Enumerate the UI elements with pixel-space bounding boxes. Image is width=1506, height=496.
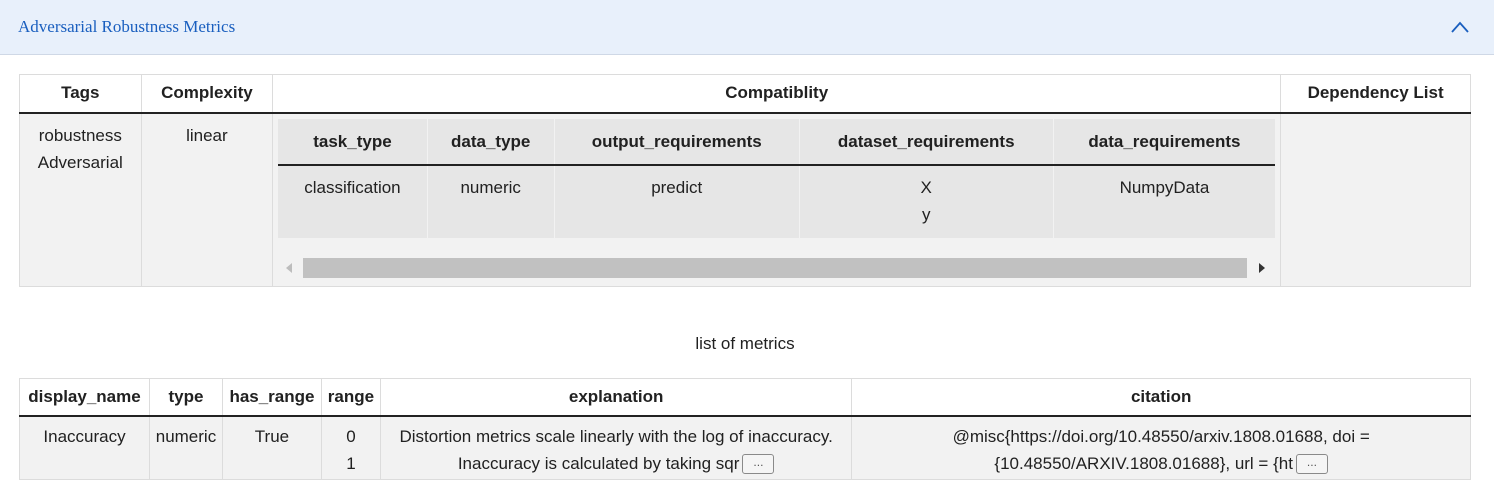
tag-item: Adversarial bbox=[37, 152, 123, 172]
complexity-cell: linear bbox=[140, 112, 274, 287]
header-output-requirements: output_requirements bbox=[554, 118, 800, 166]
tags-cell: robustness Adversarial bbox=[19, 112, 142, 287]
data-type-cell: numeric bbox=[427, 164, 555, 238]
dataset-requirements-cell: X y bbox=[799, 164, 1054, 238]
compatibility-cell: task_type data_type output_requirements … bbox=[272, 112, 1282, 287]
metrics-list-title: list of metrics bbox=[695, 334, 795, 353]
explanation-cell: Distortion metrics scale linearly with t… bbox=[379, 415, 853, 480]
dependency-list-cell bbox=[1280, 112, 1471, 287]
metrics-table: display_name type has_range range explan… bbox=[19, 378, 1471, 480]
dataset-requirement-item: y bbox=[921, 204, 931, 224]
header-citation: citation bbox=[851, 378, 1471, 417]
dataset-requirement-item: X bbox=[920, 177, 932, 197]
header-dependency-list: Dependency List bbox=[1280, 74, 1471, 114]
header-data-type: data_type bbox=[427, 118, 555, 166]
panel-header[interactable]: Adversarial Robustness Metrics bbox=[0, 0, 1494, 55]
range-value: 0 bbox=[346, 426, 356, 446]
main-table: Tags Complexity Compatiblity Dependency … bbox=[19, 74, 1471, 287]
table-row: classification numeric predict X y Numpy… bbox=[278, 164, 1275, 238]
expand-explanation-button[interactable]: ... bbox=[742, 454, 775, 475]
output-requirements-cell: predict bbox=[554, 164, 800, 238]
header-display-name: display_name bbox=[19, 378, 150, 417]
scrollbar-thumb[interactable] bbox=[303, 257, 1248, 278]
scroll-right-arrow-icon[interactable] bbox=[1259, 262, 1266, 273]
metrics-panel: Adversarial Robustness Metrics Tags Comp… bbox=[0, 0, 1494, 496]
header-dataset-requirements: dataset_requirements bbox=[799, 118, 1054, 166]
citation-cell: @misc{https://doi.org/10.48550/arxiv.180… bbox=[851, 415, 1471, 480]
header-explanation: explanation bbox=[379, 378, 853, 417]
panel-title: Adversarial Robustness Metrics bbox=[18, 17, 236, 36]
data-requirements-cell: NumpyData bbox=[1119, 177, 1210, 197]
range-value: 1 bbox=[346, 453, 356, 473]
display-name-cell: Inaccuracy bbox=[19, 415, 150, 480]
header-data-requirements: data_requirements bbox=[1053, 118, 1276, 166]
header-range: range bbox=[320, 378, 381, 417]
explanation-line: Distortion metrics scale linearly with t… bbox=[399, 426, 833, 446]
citation-line: @misc{https://doi.org/10.48550/arxiv.180… bbox=[952, 426, 1370, 446]
compatibility-table: task_type data_type output_requirements … bbox=[278, 118, 1276, 238]
has-range-cell: True bbox=[221, 415, 322, 480]
expand-citation-button[interactable]: ... bbox=[1295, 454, 1328, 475]
task-type-cell: classification bbox=[278, 164, 428, 238]
header-tags: Tags bbox=[19, 74, 142, 114]
tag-item: robustness bbox=[38, 125, 122, 145]
header-type: type bbox=[148, 378, 223, 417]
range-cell: 0 1 bbox=[320, 415, 381, 480]
header-task-type: task_type bbox=[278, 118, 428, 166]
horizontal-scrollbar[interactable] bbox=[278, 257, 1275, 280]
header-has-range: has_range bbox=[221, 378, 322, 417]
header-complexity: Complexity bbox=[140, 74, 274, 114]
scroll-left-arrow-icon[interactable] bbox=[286, 262, 293, 273]
header-compatibility: Compatiblity bbox=[272, 74, 1282, 114]
table-row: robustness Adversarial linear task_type … bbox=[19, 112, 1471, 287]
chevron-up-icon[interactable] bbox=[1450, 20, 1470, 34]
compatibility-scroll-area[interactable]: task_type data_type output_requirements … bbox=[278, 118, 1276, 280]
type-cell: numeric bbox=[148, 415, 223, 480]
citation-line: {10.48550/ARXIV.1808.01688}, url = {ht bbox=[994, 453, 1293, 473]
explanation-line: Inaccuracy is calculated by taking sqr bbox=[457, 453, 740, 473]
table-row: Inaccuracy numeric True 0 1 Distortion m… bbox=[19, 415, 1471, 480]
